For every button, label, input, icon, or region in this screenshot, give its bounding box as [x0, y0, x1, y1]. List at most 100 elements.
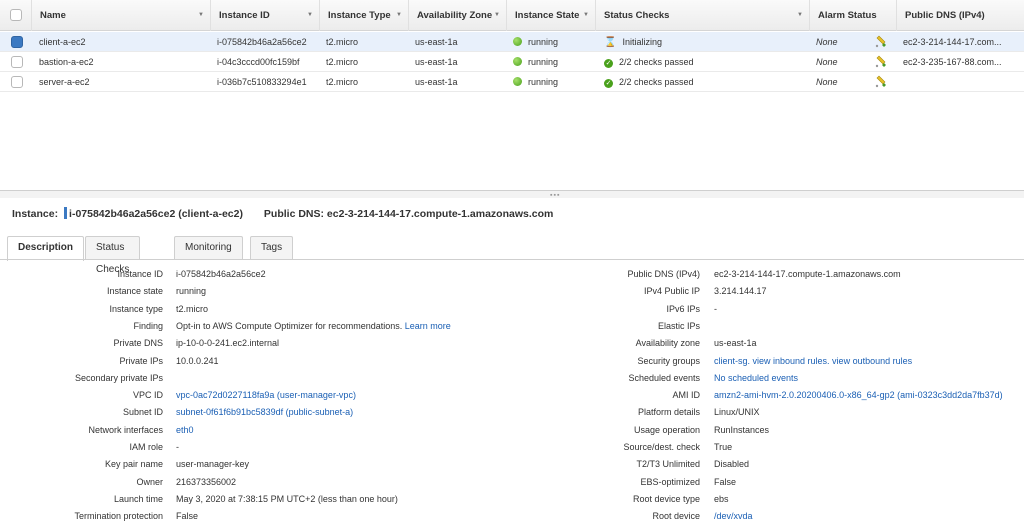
availability-zone: us-east-1a: [415, 37, 458, 47]
column-header-status-checks[interactable]: Status Checks ▼: [596, 0, 810, 31]
field-value-text: ec2-3-214-144-17.compute-1.amazonaws.com: [714, 269, 901, 279]
description-row: Platform details Linux/UNIX: [0, 404, 1024, 421]
column-header-availability-zone[interactable]: Availability Zone ▼: [409, 0, 507, 31]
field-label: Platform details: [637, 407, 700, 418]
chevron-down-icon[interactable]: ▼: [396, 0, 402, 31]
instance-id: i-075842b46a2a56ce2: [217, 37, 307, 47]
tab-tags[interactable]: Tags: [250, 236, 294, 260]
alarm-bell-icon[interactable]: [874, 75, 888, 89]
panel-splitter[interactable]: ▪▪▪: [0, 190, 1024, 199]
field-label: Root device: [652, 511, 700, 522]
hourglass-icon: ⌛: [604, 37, 617, 48]
selected-public-dns: ec2-3-214-144-17.compute-1.amazonaws.com: [326, 208, 554, 220]
field-label: Scheduled events: [628, 372, 700, 383]
description-row: Scheduled events No scheduled events: [0, 370, 1024, 387]
alarm-status: None: [816, 77, 838, 87]
description-row: IPv6 IPs -: [0, 301, 1024, 318]
column-header-instance-type[interactable]: Instance Type ▼: [320, 0, 409, 31]
chevron-down-icon[interactable]: ▼: [583, 0, 589, 31]
column-header-alarm-status[interactable]: Alarm Status: [810, 0, 897, 31]
description-row: AMI ID amzn2-ami-hvm-2.0.20200406.0-x86_6…: [0, 387, 1024, 404]
column-header-public-dns[interactable]: Public DNS (IPv4): [897, 0, 1024, 31]
alarm-bell-icon[interactable]: [874, 55, 888, 69]
field-value: amzn2-ami-hvm-2.0.20200406.0-x86_64-gp2 …: [714, 387, 1003, 404]
description-row: EBS-optimized False: [0, 474, 1024, 491]
description-row: Root device/dev/xvda: [0, 508, 1024, 525]
field-value-text: ebs: [714, 493, 729, 504]
description-row: T2/T3 Unlimited Disabled: [0, 456, 1024, 473]
field-link[interactable]: /dev/xvda: [714, 511, 753, 521]
field-label: Security groups: [637, 355, 700, 366]
description-row: Elastic IPs: [0, 318, 1024, 335]
alarm-status: None: [816, 37, 838, 47]
sort-desc-icon: ▼: [307, 12, 313, 18]
field-label: Public DNS (IPv4): [627, 269, 700, 279]
tab-monitoring[interactable]: Monitoring: [174, 236, 243, 260]
alarm-bell-icon[interactable]: [874, 35, 888, 49]
status-checks: ⌛ Initializing: [604, 32, 662, 52]
field-label: IPv6 IPs: [666, 303, 700, 314]
tab-status-checks[interactable]: Status Checks: [85, 236, 141, 275]
field-value: client-sg. view inbound rules. view outb…: [714, 353, 912, 370]
tab-description[interactable]: Description: [7, 236, 85, 261]
description-row: Source/dest. check True: [0, 439, 1024, 456]
column-header-instance-id[interactable]: Instance ID ▼: [211, 0, 320, 31]
description-row: Public DNS (IPv4) ec2-3-214-144-17.comput…: [0, 266, 1024, 283]
field-value-text: Disabled: [714, 459, 750, 470]
field-value-text: RunInstances: [714, 424, 770, 435]
field-label: Source/dest. check: [623, 442, 700, 452]
field-value: ec2-3-214-144-17.compute-1.amazonaws.com: [714, 266, 901, 283]
table-row[interactable]: server-a-ec2 i-036b7c510833294e1 t2.micr…: [0, 72, 1024, 92]
column-header-name[interactable]: Name ▼: [32, 0, 211, 31]
status-checks: ✓ 2/2 checks passed: [604, 57, 694, 68]
chevron-down-icon[interactable]: ▼: [797, 0, 803, 31]
row-checkbox[interactable]: [11, 76, 23, 88]
field-value: Disabled: [714, 456, 749, 473]
details-header: Instance: i-075842b46a2a56ce2 (client-a-…: [12, 207, 554, 220]
description-row: IPv4 Public IP 3.214.144.17: [0, 283, 1024, 300]
field-label: T2/T3 Unlimited: [636, 459, 700, 470]
field-label: AMI ID: [672, 390, 700, 401]
running-status-icon: [513, 77, 522, 86]
instance-type: t2.micro: [326, 57, 359, 67]
status-checks: ✓ 2/2 checks passed: [604, 77, 694, 88]
column-header-instance-state[interactable]: Instance State ▼: [507, 0, 596, 31]
field-link[interactable]: amzn2-ami-hvm-2.0.20200406.0-x86_64-gp2 …: [714, 390, 1003, 400]
chevron-down-icon[interactable]: ▼: [198, 0, 204, 31]
public-dns: ec2-3-214-144-17.com...: [903, 37, 1002, 47]
field-label: EBS-optimized: [640, 476, 700, 487]
field-value: -: [714, 301, 717, 318]
field-value: /dev/xvda: [714, 508, 753, 525]
drag-handle-icon[interactable]: ▪▪▪: [550, 192, 560, 199]
field-value-text: False: [714, 476, 737, 487]
field-value-text: 3.214.144.17: [714, 286, 767, 297]
field-value-text: us-east-1a: [714, 338, 757, 349]
running-status-icon: [513, 57, 522, 66]
field-value-text: Linux/UNIX: [714, 407, 760, 418]
alarm-status: None: [816, 57, 838, 67]
field-value: Linux/UNIX: [714, 404, 760, 421]
field-link[interactable]: No scheduled events: [714, 373, 798, 383]
select-all-cell: [0, 0, 32, 31]
chevron-down-icon[interactable]: ▼: [494, 0, 500, 31]
field-value: ebs: [714, 491, 729, 508]
instance-type: t2.micro: [326, 37, 359, 47]
field-label: Root device type: [632, 493, 700, 504]
selected-instance: i-075842b46a2a56ce2 (client-a-ec2): [69, 208, 243, 220]
field-link[interactable]: client-sg. view inbound rules. view outb…: [714, 356, 912, 366]
field-label: Elastic IPs: [657, 320, 700, 331]
instance-id: i-036b7c510833294e1: [217, 77, 307, 87]
row-checkbox[interactable]: [11, 56, 23, 68]
field-value: RunInstances: [714, 422, 769, 439]
description-row: Usage operation RunInstances: [0, 422, 1024, 439]
availability-zone: us-east-1a: [415, 77, 458, 87]
field-value: True: [714, 439, 732, 456]
instance-state: running: [513, 72, 558, 92]
table-row[interactable]: client-a-ec2 i-075842b46a2a56ce2 t2.micr…: [0, 32, 1024, 52]
table-header: Name ▼ Instance ID ▼ Instance Type ▼ Availa…: [0, 0, 1024, 31]
table-row[interactable]: bastion-a-ec2 i-04c3cccd00fc159bf t2.mic…: [0, 52, 1024, 72]
field-label: Availability zone: [635, 338, 700, 349]
row-checkbox[interactable]: [11, 36, 23, 48]
select-all-checkbox[interactable]: [10, 9, 22, 21]
description-row: Availability zone us-east-1a: [0, 335, 1024, 352]
